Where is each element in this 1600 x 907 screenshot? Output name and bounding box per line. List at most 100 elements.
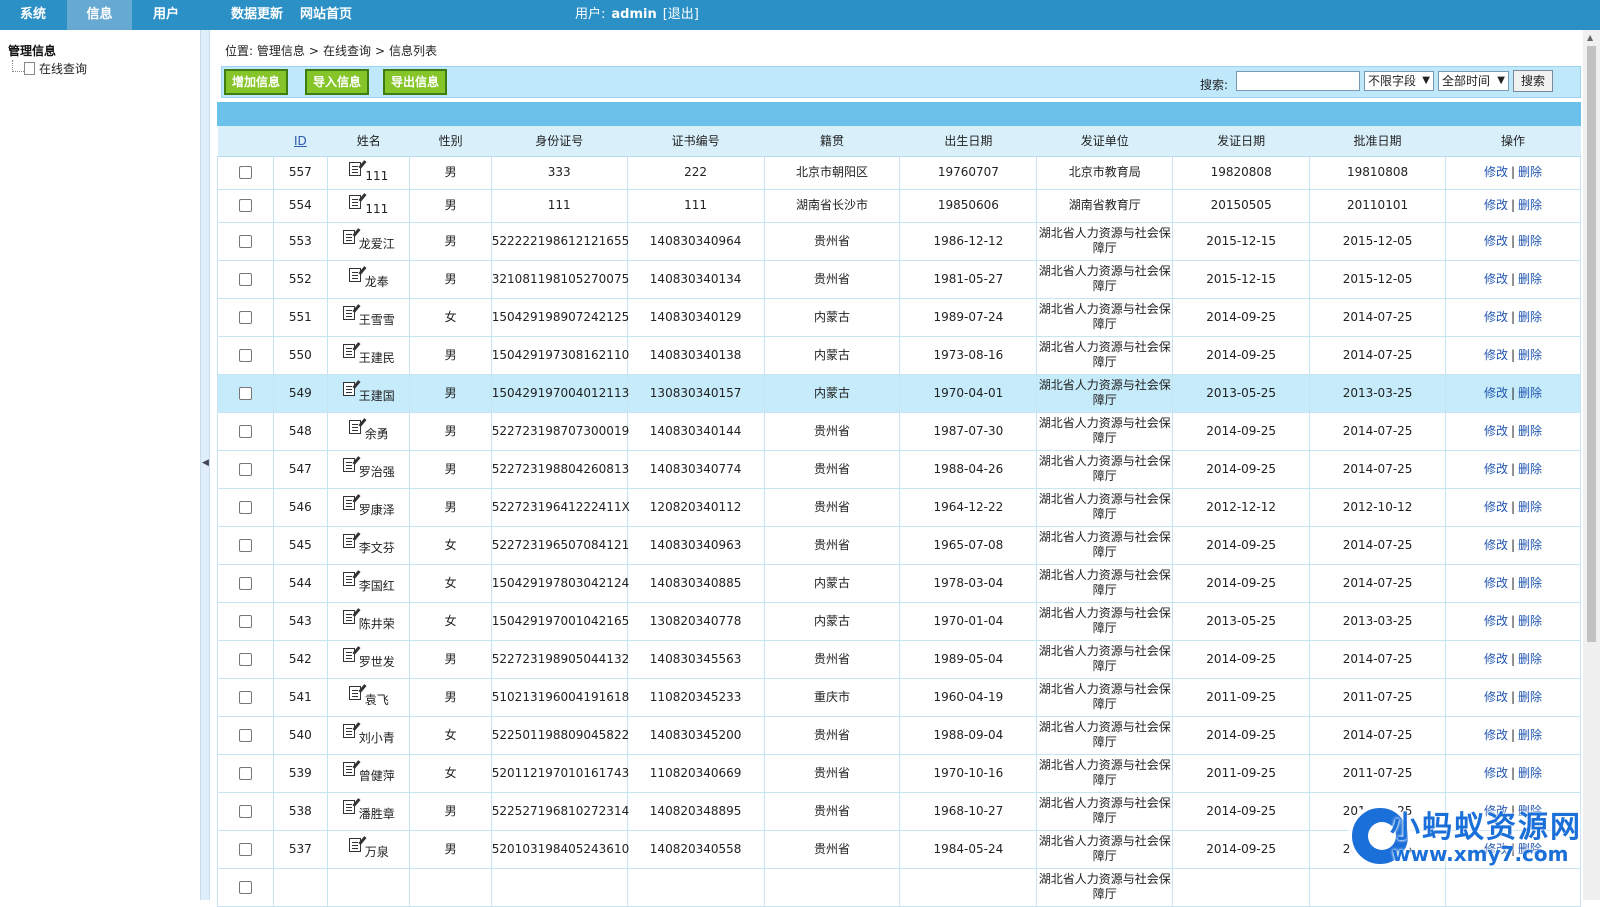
delete-link[interactable]: 删除 xyxy=(1518,690,1542,704)
edit-link[interactable]: 修改 xyxy=(1484,272,1508,286)
edit-link[interactable]: 修改 xyxy=(1484,424,1508,438)
edit-link[interactable]: 修改 xyxy=(1484,198,1508,212)
delete-link[interactable]: 删除 xyxy=(1518,310,1542,324)
edit-link[interactable]: 修改 xyxy=(1484,234,1508,248)
edit-note-icon[interactable] xyxy=(348,420,361,434)
collapse-arrow-icon[interactable]: ◀ xyxy=(202,458,209,468)
edit-note-icon[interactable] xyxy=(342,458,355,472)
nav-system[interactable]: 系统 xyxy=(0,0,66,30)
delete-link[interactable]: 删除 xyxy=(1518,424,1542,438)
edit-note-icon[interactable] xyxy=(342,534,355,548)
row-checkbox[interactable] xyxy=(238,199,252,212)
nav-data-update[interactable]: 数据更新 xyxy=(213,0,301,30)
edit-note-icon[interactable] xyxy=(342,762,355,776)
edit-link[interactable]: 修改 xyxy=(1484,386,1508,400)
edit-link[interactable]: 修改 xyxy=(1484,462,1508,476)
row-checkbox[interactable] xyxy=(238,728,252,742)
row-checkbox[interactable] xyxy=(238,842,252,856)
delete-link[interactable]: 删除 xyxy=(1518,348,1542,362)
edit-link[interactable]: 修改 xyxy=(1484,165,1508,179)
edit-note-icon[interactable] xyxy=(342,344,355,358)
table-row[interactable]: 553 龙爱江男 522222198612121655 140830340964 贵州省… xyxy=(217,222,1581,261)
edit-link[interactable]: 修改 xyxy=(1484,310,1508,324)
sidebar-item-online-query[interactable]: 在线查询 xyxy=(24,60,87,77)
edit-note-icon[interactable] xyxy=(342,648,355,662)
table-row[interactable]: 550 王建民男 150429197308162110 140830340138 内蒙古… xyxy=(217,336,1581,375)
sidebar-root-manage-info[interactable]: 管理信息 xyxy=(8,42,56,59)
edit-link[interactable]: 修改 xyxy=(1484,690,1508,704)
row-checkbox[interactable] xyxy=(238,614,252,628)
table-row[interactable]: 548 余勇 男 522723198707300019 140830340144 贵州省 1… xyxy=(217,412,1581,451)
delete-link[interactable]: 删除 xyxy=(1518,766,1542,780)
scrollbar-thumb[interactable] xyxy=(1587,46,1596,642)
row-checkbox[interactable] xyxy=(238,272,252,286)
time-select[interactable]: 全部时间 ▼ xyxy=(1438,71,1509,91)
search-button[interactable]: 搜索 xyxy=(1513,70,1553,92)
table-row[interactable]: 549 王建国男 150429197004012113 130830340157 内蒙古… xyxy=(217,374,1581,413)
edit-note-icon[interactable] xyxy=(342,382,355,396)
delete-link[interactable]: 删除 xyxy=(1518,500,1542,514)
scroll-up-icon[interactable]: ▲ xyxy=(1587,33,1593,42)
delete-link[interactable]: 删除 xyxy=(1518,614,1542,628)
edit-note-icon[interactable] xyxy=(349,161,362,176)
logout-link[interactable]: [退出] xyxy=(663,7,699,22)
nav-site-home[interactable]: 网站首页 xyxy=(293,0,359,30)
import-info-button[interactable]: 导入信息 xyxy=(305,69,369,95)
sort-by-id-link[interactable]: ID xyxy=(294,134,307,148)
edit-link[interactable]: 修改 xyxy=(1484,348,1508,362)
edit-link[interactable]: 修改 xyxy=(1484,576,1508,590)
edit-note-icon[interactable] xyxy=(348,686,361,700)
table-row[interactable]: 540 刘小青女 522501198809045822 140830345200 贵州省… xyxy=(217,716,1581,755)
row-checkbox[interactable] xyxy=(238,386,252,400)
row-checkbox[interactable] xyxy=(238,804,252,818)
table-row[interactable]: 544 李国红女 150429197803042124 140830340885 内蒙古… xyxy=(217,564,1581,603)
edit-note-icon[interactable] xyxy=(342,724,355,738)
table-row[interactable]: 554 111 男 111 111 湖南省长沙市 19850606 湖南省教育厅 2015050… xyxy=(217,189,1581,223)
delete-link[interactable]: 删除 xyxy=(1518,386,1542,400)
row-checkbox[interactable] xyxy=(238,348,252,362)
delete-link[interactable]: 删除 xyxy=(1518,462,1542,476)
row-checkbox[interactable] xyxy=(238,766,252,780)
edit-note-icon[interactable] xyxy=(348,268,361,282)
search-input[interactable] xyxy=(1236,71,1360,91)
row-checkbox[interactable] xyxy=(238,462,252,476)
breadcrumb-item[interactable]: 在线查询 xyxy=(323,44,371,58)
table-row[interactable]: 541 袁飞 男 510213196004191618 110820345233 重庆市 1… xyxy=(217,678,1581,717)
edit-link[interactable]: 修改 xyxy=(1484,538,1508,552)
table-row[interactable]: 547 罗治强男 522723198804260813 140830340774 贵州省… xyxy=(217,450,1581,489)
sidebar-splitter[interactable]: ◀ xyxy=(200,30,210,900)
row-checkbox[interactable] xyxy=(238,576,252,590)
table-row[interactable]: 546 罗康泽男 52272319641222411X 120820340112 贵州省… xyxy=(217,488,1581,527)
table-row[interactable]: 539 曾健萍女 520112197010161743 110820340669 贵州省… xyxy=(217,754,1581,793)
edit-link[interactable]: 修改 xyxy=(1484,500,1508,514)
row-checkbox[interactable] xyxy=(238,424,252,438)
table-row[interactable]: 551 王雪雪女 150429198907242125 140830340129 内蒙古… xyxy=(217,298,1581,337)
delete-link[interactable]: 删除 xyxy=(1518,234,1542,248)
edit-note-icon[interactable] xyxy=(342,610,355,624)
edit-note-icon[interactable] xyxy=(349,194,362,209)
edit-note-icon[interactable] xyxy=(342,230,355,244)
table-row[interactable]: 543 陈井荣女 150429197001042165 130820340778 内蒙古… xyxy=(217,602,1581,641)
table-row[interactable]: 542 罗世发男 522723198905044132 140830345563 贵州省… xyxy=(217,640,1581,679)
row-checkbox[interactable] xyxy=(238,166,252,179)
table-row[interactable]: 557 111 男 333 222 北京市朝阳区 19760707 北京市教育局 1982080… xyxy=(217,156,1581,190)
edit-link[interactable]: 修改 xyxy=(1484,728,1508,742)
edit-link[interactable]: 修改 xyxy=(1484,766,1508,780)
row-checkbox[interactable] xyxy=(238,310,252,324)
edit-note-icon[interactable] xyxy=(348,838,361,852)
row-checkbox[interactable] xyxy=(238,500,252,514)
delete-link[interactable]: 删除 xyxy=(1518,576,1542,590)
edit-note-icon[interactable] xyxy=(342,572,355,586)
delete-link[interactable]: 删除 xyxy=(1518,198,1542,212)
row-checkbox[interactable] xyxy=(238,538,252,552)
field-select[interactable]: 不限字段 ▼ xyxy=(1364,71,1434,91)
table-row[interactable]: 552 龙奉 男 321081198105270075 140830340134 贵州省 1… xyxy=(217,260,1581,299)
row-checkbox[interactable] xyxy=(238,652,252,666)
delete-link[interactable]: 删除 xyxy=(1518,538,1542,552)
edit-link[interactable]: 修改 xyxy=(1484,652,1508,666)
edit-note-icon[interactable] xyxy=(342,800,355,814)
vertical-scrollbar[interactable]: ▲ xyxy=(1583,30,1600,900)
delete-link[interactable]: 删除 xyxy=(1518,652,1542,666)
add-info-button[interactable]: 增加信息 xyxy=(224,69,288,95)
edit-note-icon[interactable] xyxy=(342,306,355,320)
